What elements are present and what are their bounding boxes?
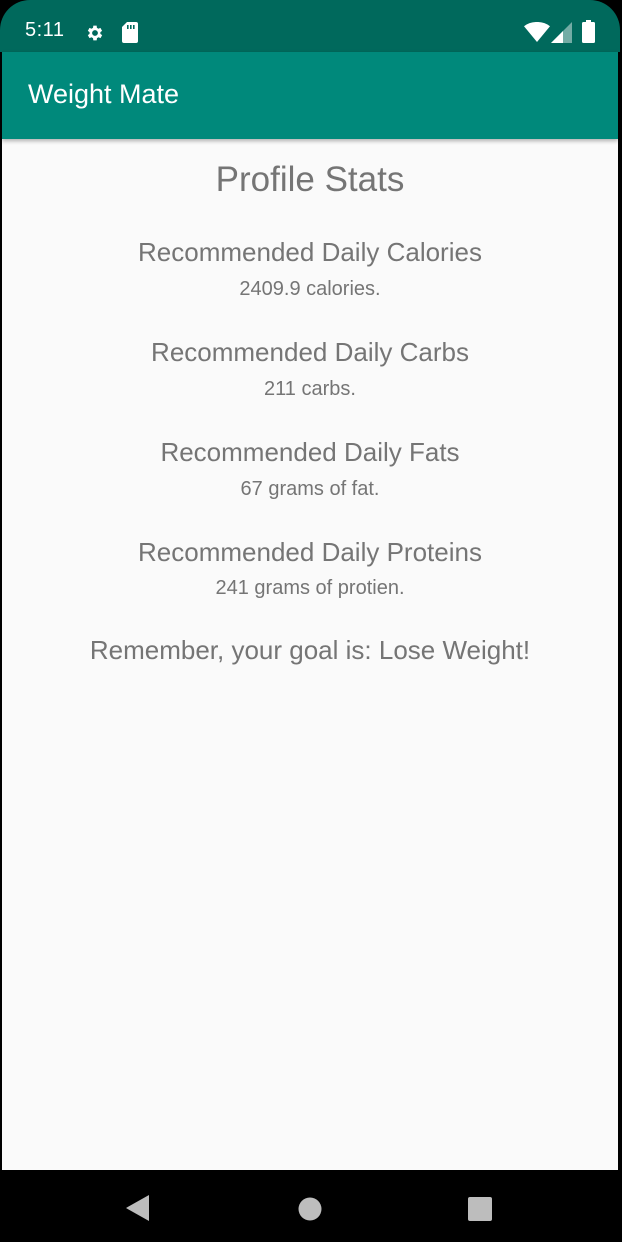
app-bar: Weight Mate bbox=[2, 52, 618, 139]
back-icon[interactable] bbox=[126, 1195, 150, 1221]
carbs-label: Recommended Daily Carbs bbox=[151, 337, 469, 367]
goal-reminder: Remember, your goal is: Lose Weight! bbox=[89, 635, 531, 665]
status-time: 5:11 bbox=[25, 19, 65, 41]
wifi-icon bbox=[524, 22, 550, 42]
proteins-label: Recommended Daily Proteins bbox=[138, 537, 482, 567]
carbs-value: 211 carbs. bbox=[264, 378, 356, 400]
status-bar: 5:11 bbox=[0, 0, 620, 52]
sd-card-icon bbox=[122, 22, 138, 43]
fats-label: Recommended Daily Fats bbox=[160, 437, 460, 467]
navigation-bar bbox=[0, 1170, 620, 1242]
calories-value: 2409.9 calories. bbox=[239, 278, 381, 300]
home-icon[interactable] bbox=[298, 1197, 322, 1221]
app-title: Weight Mate bbox=[28, 79, 180, 109]
profile-stats-screen: Profile Stats Recommended Daily Calories… bbox=[2, 139, 618, 1170]
settings-icon bbox=[87, 25, 103, 41]
calories-label: Recommended Daily Calories bbox=[138, 237, 482, 267]
phone-screen: 5:11 Weight Mate Profile Stats Recommend… bbox=[0, 0, 620, 1242]
proteins-value: 241 grams of protien. bbox=[215, 577, 405, 599]
recents-icon[interactable] bbox=[468, 1197, 492, 1221]
fats-value: 67 grams of fat. bbox=[240, 478, 380, 500]
page-title: Profile Stats bbox=[215, 160, 405, 199]
signal-icon bbox=[551, 22, 572, 43]
battery-icon bbox=[582, 20, 595, 43]
